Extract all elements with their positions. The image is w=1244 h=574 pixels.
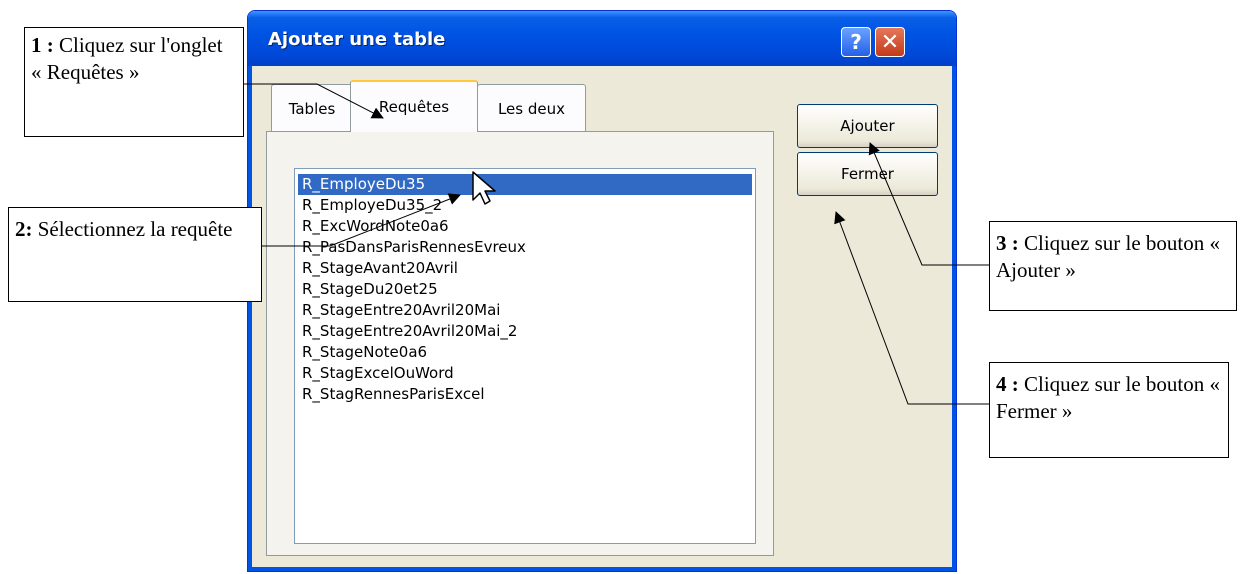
callout-step1-text: Cliquez sur l'onglet « Requêtes » [31, 33, 223, 84]
arrow-step4 [834, 211, 989, 405]
callout-step3-number: 3 : [996, 231, 1019, 255]
callout-step2: 2: Sélectionnez la requête [8, 207, 262, 302]
callout-step2-number: 2: [15, 217, 33, 241]
arrow-step1 [244, 83, 384, 119]
callout-step2-text: Sélectionnez la requête [32, 217, 233, 241]
callout-step4-text: Cliquez sur le bouton « Fermer » [996, 372, 1220, 423]
arrow-step2 [262, 193, 461, 247]
callout-step4: 4 : Cliquez sur le bouton « Fermer » [989, 362, 1229, 458]
callout-step1: 1 : Cliquez sur l'onglet « Requêtes » [24, 27, 244, 137]
callout-step4-number: 4 : [996, 372, 1019, 396]
callout-step1-number: 1 : [31, 33, 54, 57]
arrow-step3 [868, 142, 989, 266]
callout-step3-text: Cliquez sur le bouton « Ajouter » [996, 231, 1220, 282]
callout-step3: 3 : Cliquez sur le bouton « Ajouter » [989, 221, 1237, 311]
